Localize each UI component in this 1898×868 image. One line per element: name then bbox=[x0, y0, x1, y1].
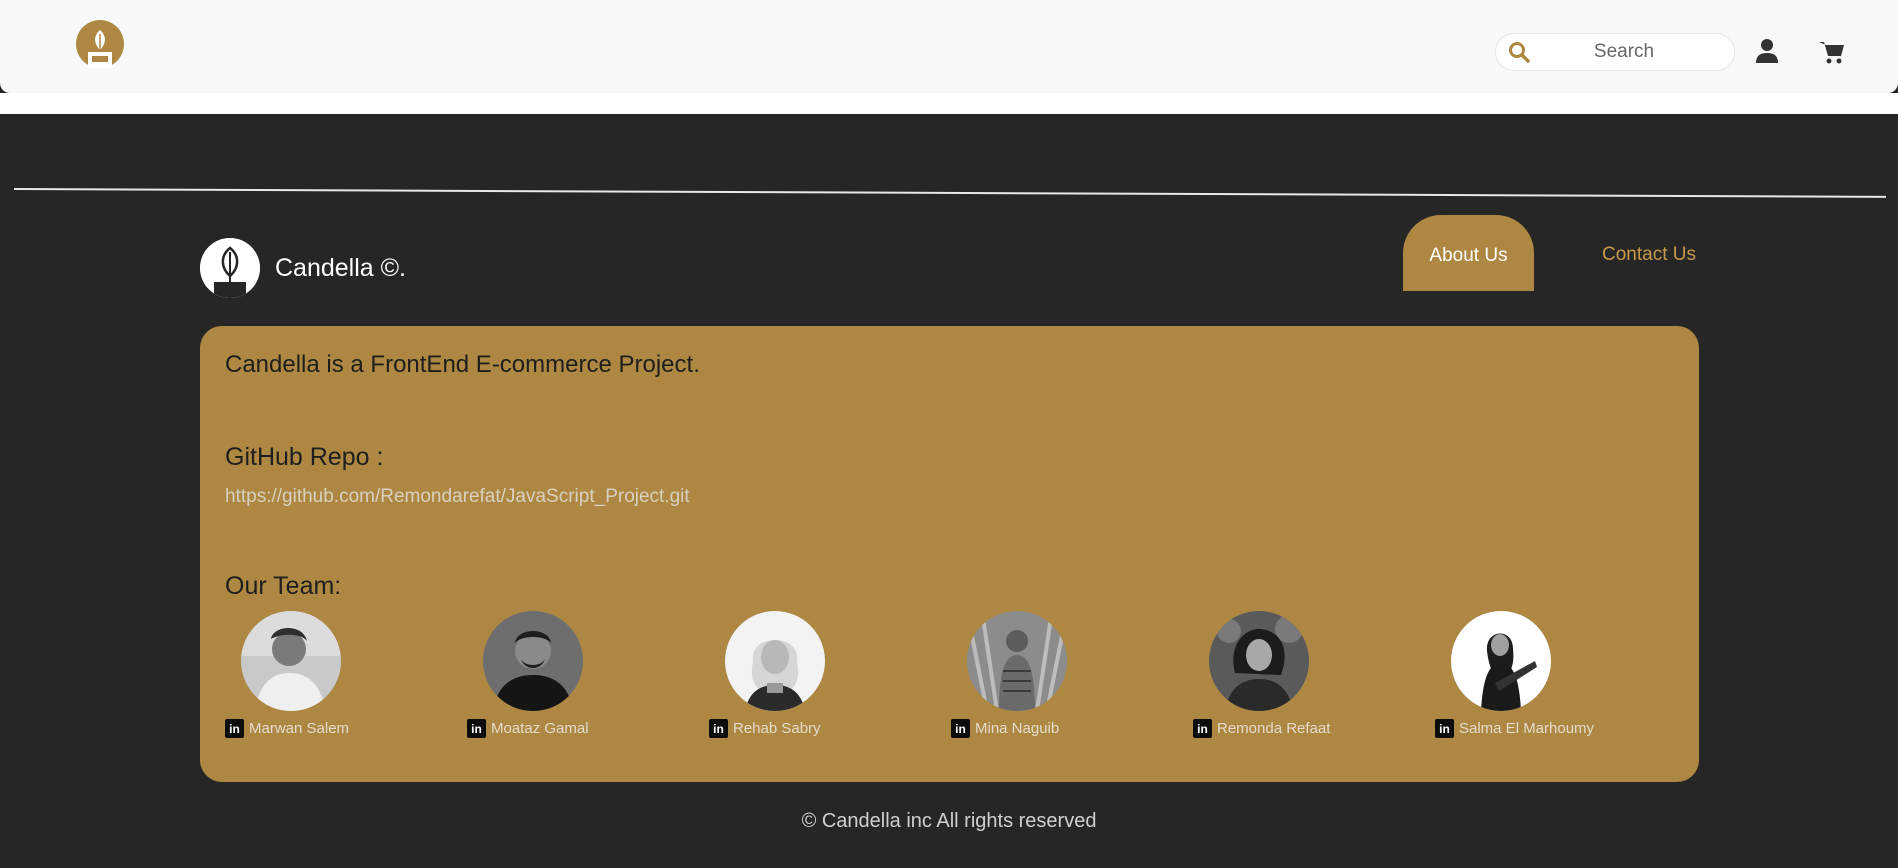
linkedin-icon[interactable]: in bbox=[467, 719, 486, 738]
member-link: in Rehab Sabry bbox=[709, 719, 821, 738]
user-icon[interactable] bbox=[1755, 38, 1779, 64]
team-member: in Salma El Marhoumy bbox=[1435, 611, 1655, 741]
member-name: Remonda Refaat bbox=[1217, 720, 1331, 737]
member-link: in Salma El Marhoumy bbox=[1435, 719, 1594, 738]
search-icon[interactable] bbox=[1504, 37, 1534, 67]
top-navbar bbox=[0, 0, 1898, 93]
member-link: in Moataz Gamal bbox=[467, 719, 589, 738]
about-card: Candella is a FrontEnd E-commerce Projec… bbox=[200, 326, 1699, 782]
team-title: Our Team: bbox=[225, 572, 342, 600]
member-name: Salma El Marhoumy bbox=[1459, 720, 1595, 737]
avatar bbox=[1209, 611, 1309, 711]
avatar bbox=[241, 611, 341, 711]
team-member: in Mina Naguib bbox=[951, 611, 1171, 741]
project-intro: Candella is a FrontEnd E-commerce Projec… bbox=[225, 351, 700, 378]
member-name: Moataz Gamal bbox=[491, 720, 589, 737]
linkedin-icon[interactable]: in bbox=[709, 719, 728, 738]
avatar bbox=[967, 611, 1067, 711]
repo-link[interactable]: https://github.com/Remondarefat/JavaScri… bbox=[225, 486, 690, 508]
copyright-text: © Candella inc All rights reserved bbox=[801, 810, 1097, 832]
candle-leaf-logo bbox=[200, 238, 260, 298]
member-name: Rehab Sabry bbox=[733, 720, 821, 737]
cart-icon[interactable] bbox=[1819, 40, 1845, 64]
search-input[interactable] bbox=[1534, 41, 1714, 63]
avatar bbox=[1451, 611, 1551, 711]
team-member: in Moataz Gamal bbox=[467, 611, 687, 741]
header-spacer bbox=[0, 93, 1898, 114]
avatar bbox=[725, 611, 825, 711]
brand-name: Candella ©. bbox=[275, 253, 406, 282]
tab-about-us[interactable]: About Us bbox=[1403, 215, 1534, 291]
footer-brand: Candella ©. bbox=[200, 238, 406, 298]
member-link: in Mina Naguib bbox=[951, 719, 1059, 738]
member-name: Mina Naguib bbox=[975, 720, 1060, 737]
member-link: in Marwan Salem bbox=[225, 719, 349, 738]
section-divider bbox=[13, 188, 1886, 198]
team-member: in Rehab Sabry bbox=[709, 611, 929, 741]
tab-contact-us[interactable]: Contact Us bbox=[1602, 244, 1696, 266]
avatar bbox=[483, 611, 583, 711]
member-link: in Remonda Refaat bbox=[1193, 719, 1330, 738]
member-name: Marwan Salem bbox=[249, 720, 350, 737]
linkedin-icon[interactable]: in bbox=[951, 719, 970, 738]
team-member: in Marwan Salem bbox=[225, 611, 445, 741]
candle-leaf-logo[interactable] bbox=[74, 20, 126, 70]
linkedin-icon[interactable]: in bbox=[1435, 719, 1454, 738]
repo-title: GitHub Repo : bbox=[225, 443, 384, 471]
linkedin-icon[interactable]: in bbox=[225, 719, 244, 738]
linkedin-icon[interactable]: in bbox=[1193, 719, 1212, 738]
search-box[interactable] bbox=[1495, 33, 1735, 71]
team-member: in Remonda Refaat bbox=[1193, 611, 1413, 741]
